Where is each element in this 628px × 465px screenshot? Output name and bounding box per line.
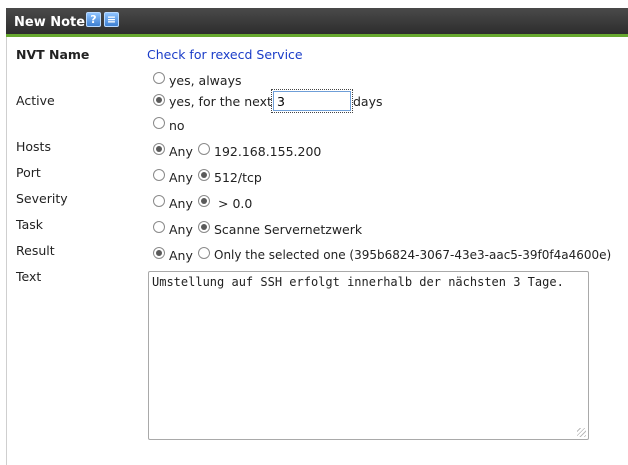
port-label: Port: [16, 165, 41, 180]
dialog-title: New Note: [14, 15, 86, 30]
hosts-value-radio[interactable]: [198, 143, 210, 155]
hosts-value-text: 192.168.155.200: [214, 144, 322, 159]
hosts-any-radio[interactable]: [153, 143, 165, 155]
help-icon[interactable]: ?: [86, 12, 101, 27]
active-no-text: no: [169, 118, 185, 133]
severity-value-radio[interactable]: [198, 195, 210, 207]
result-value-radio[interactable]: [198, 247, 210, 259]
result-value-text: Only the selected one (395b6824-3067-43e…: [214, 248, 612, 262]
active-label: Active: [16, 93, 55, 108]
active-yes-always-radio[interactable]: [153, 72, 165, 84]
text-label: Text: [16, 269, 42, 284]
result-label: Result: [16, 243, 55, 258]
severity-label: Severity: [16, 191, 68, 206]
task-value-radio[interactable]: [198, 221, 210, 233]
result-any-text: Any: [169, 248, 193, 263]
active-yes-always-text: yes, always: [169, 73, 242, 88]
port-value-text: 512/tcp: [214, 170, 262, 185]
nvt-name-label: NVT Name: [16, 47, 90, 62]
task-any-radio[interactable]: [153, 221, 165, 233]
note-text-area[interactable]: Umstellung auf SSH erfolgt innerhalb der…: [148, 271, 589, 440]
result-any-radio[interactable]: [153, 247, 165, 259]
active-yes-next-radio[interactable]: [153, 94, 165, 106]
severity-any-radio[interactable]: [153, 195, 165, 207]
active-no-radio[interactable]: [153, 117, 165, 129]
severity-any-text: Any: [169, 196, 193, 211]
task-label: Task: [16, 217, 43, 232]
task-value-text: Scanne Servernetzwerk: [214, 222, 363, 237]
port-any-text: Any: [169, 170, 193, 185]
port-any-radio[interactable]: [153, 169, 165, 181]
hosts-label: Hosts: [16, 139, 51, 154]
hosts-any-text: Any: [169, 144, 193, 159]
active-days-unit: days: [353, 94, 383, 109]
task-any-text: Any: [169, 222, 193, 237]
nvt-name-link[interactable]: Check for rexecd Service: [147, 47, 303, 62]
dialog-title-bar: New Note ? ≡: [6, 8, 628, 37]
severity-value-text: > 0.0: [218, 196, 253, 211]
active-yes-next-text: yes, for the next: [169, 94, 272, 109]
port-value-radio[interactable]: [198, 169, 210, 181]
resize-grip-icon[interactable]: [577, 428, 586, 437]
active-days-input[interactable]: [271, 89, 353, 113]
list-icon[interactable]: ≡: [104, 12, 119, 27]
